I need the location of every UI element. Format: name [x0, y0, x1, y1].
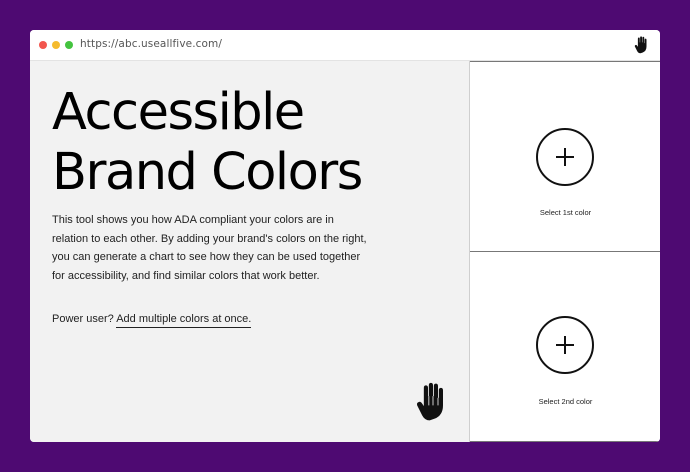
hand-logo-icon — [416, 382, 443, 421]
select-first-color-slot[interactable]: Select 1st color — [470, 61, 660, 252]
intro-panel: Accessible Brand Colors This tool shows … — [30, 61, 469, 442]
address-bar-url[interactable]: https://abc.useallfive.com/ — [80, 38, 222, 50]
select-second-color-slot[interactable]: Select 2nd color — [470, 251, 660, 442]
page-title: Accessible Brand Colors — [52, 83, 363, 203]
add-second-color-button[interactable] — [536, 316, 594, 374]
title-line-1: Accessible — [52, 83, 305, 142]
color-selection-panel: Select 1st color Select 2nd color — [469, 61, 660, 442]
maximize-window-dot[interactable] — [65, 41, 73, 49]
browser-window: https://abc.useallfive.com/ Accessible B… — [30, 30, 660, 442]
minimize-window-dot[interactable] — [52, 41, 60, 49]
intro-description: This tool shows you how ADA compliant yo… — [52, 214, 367, 282]
hand-icon — [634, 36, 647, 54]
browser-titlebar: https://abc.useallfive.com/ — [30, 30, 660, 61]
power-user-prefix: Power user? — [52, 313, 114, 325]
title-line-2: Brand Colors — [52, 143, 363, 202]
add-multiple-colors-link[interactable]: Add multiple colors at once. — [116, 313, 252, 328]
select-first-color-label: Select 1st color — [539, 208, 592, 217]
close-window-dot[interactable] — [39, 41, 47, 49]
select-second-color-label: Select 2nd color — [538, 397, 593, 406]
add-first-color-button[interactable] — [536, 128, 594, 186]
power-user-line: Power user? Add multiple colors at once. — [52, 311, 252, 328]
